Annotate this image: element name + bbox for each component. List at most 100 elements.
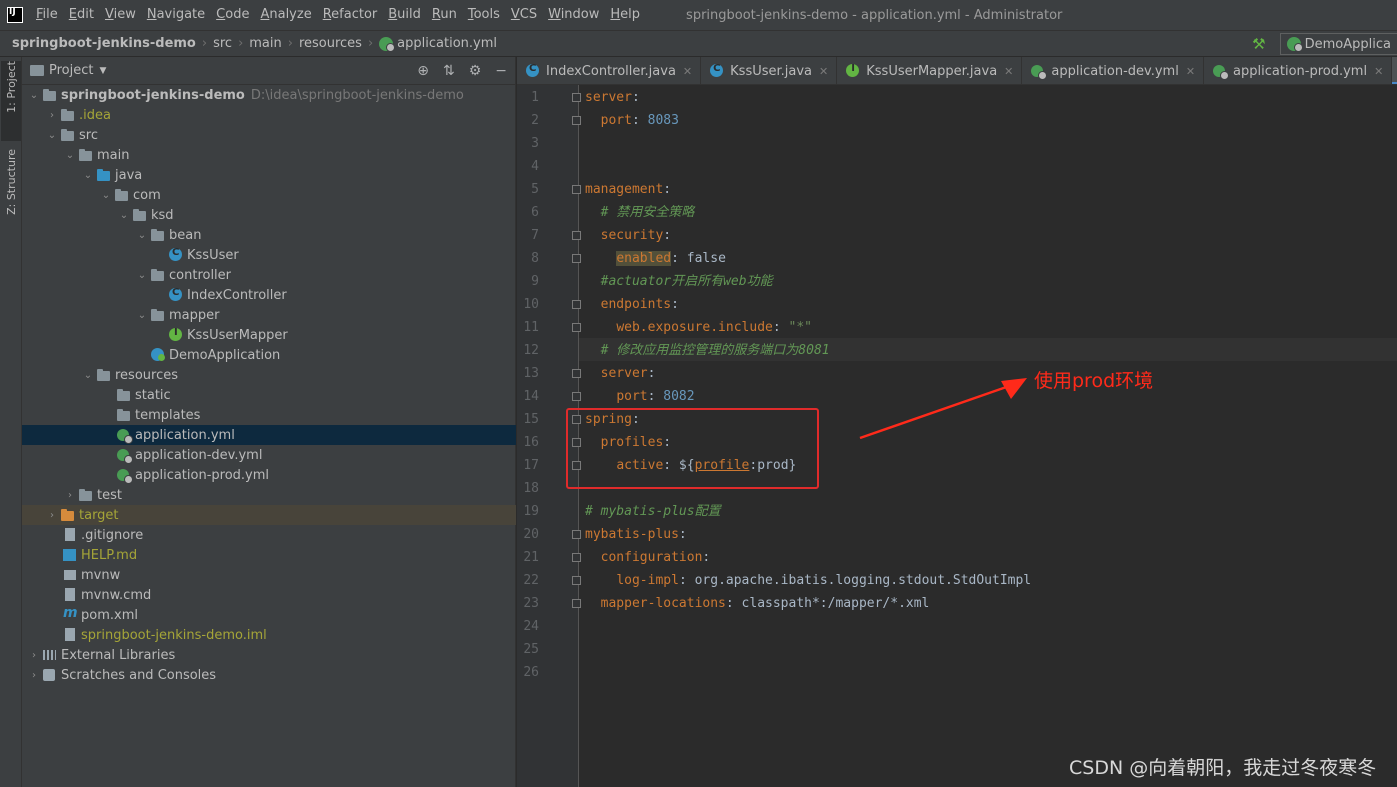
tab-indexcontroller[interactable]: IndexController.java ✕ [517, 57, 702, 84]
tree-item-test[interactable]: › test [22, 485, 516, 505]
fold-marker-icon[interactable] [572, 530, 581, 539]
tree-item-java[interactable]: ⌄ java [22, 165, 516, 185]
tab-kssuser[interactable]: KssUser.java ✕ [701, 57, 838, 84]
tree-item-application-prod-yml[interactable]: application-prod.yml [22, 465, 516, 485]
fold-marker-icon[interactable] [572, 300, 581, 309]
expand-arrow-icon[interactable]: ⌄ [80, 370, 96, 381]
menu-help[interactable]: Help [605, 0, 646, 30]
fold-marker-icon[interactable] [572, 116, 581, 125]
tree-item-idea[interactable]: › .idea [22, 105, 516, 125]
tree-item-src[interactable]: ⌄ src [22, 125, 516, 145]
breadcrumb-file[interactable]: application.yml [397, 36, 497, 51]
tree-item-com[interactable]: ⌄ com [22, 185, 516, 205]
tree-item-application-dev-yml[interactable]: application-dev.yml [22, 445, 516, 465]
hide-panel-icon[interactable]: − [495, 63, 507, 79]
menu-code[interactable]: Code [211, 0, 255, 30]
breadcrumb-resources[interactable]: resources [299, 36, 362, 51]
menu-tools[interactable]: Tools [463, 0, 506, 30]
tree-item-indexcontroller[interactable]: IndexController [22, 285, 516, 305]
expand-arrow-icon[interactable]: ⌄ [134, 310, 150, 321]
close-icon[interactable]: ✕ [1186, 65, 1195, 78]
tree-item-pom-xml[interactable]: pom.xml [22, 605, 516, 625]
fold-marker-icon[interactable] [572, 231, 581, 240]
fold-marker-icon[interactable] [572, 599, 581, 608]
expand-arrow-icon[interactable]: ⌄ [134, 270, 150, 281]
tree-item-mvnw-cmd[interactable]: mvnw.cmd [22, 585, 516, 605]
menu-window[interactable]: Window [543, 0, 605, 30]
collapse-arrow-icon[interactable]: › [44, 110, 60, 121]
fold-marker-icon[interactable] [572, 323, 581, 332]
fold-marker-icon[interactable] [572, 553, 581, 562]
menu-run[interactable]: Run [427, 0, 463, 30]
breadcrumb-main[interactable]: main [249, 36, 281, 51]
fold-marker-icon[interactable] [572, 576, 581, 585]
menu-refactor[interactable]: Refactor [318, 0, 384, 30]
breadcrumb-src[interactable]: src [213, 36, 232, 51]
expand-arrow-icon[interactable]: ⌄ [62, 150, 78, 161]
tab-kssusermapper[interactable]: KssUserMapper.java ✕ [837, 57, 1023, 84]
collapse-arrow-icon[interactable]: › [26, 670, 42, 681]
settings-gear-icon[interactable]: ⚙ [469, 63, 482, 79]
tab-application-prod-yml[interactable]: application-prod.yml ✕ [1204, 57, 1393, 84]
structure-tool-button[interactable]: Z: Structure [1, 149, 21, 235]
tree-item-scratches[interactable]: › Scratches and Consoles [22, 665, 516, 685]
menu-vcs[interactable]: VCS [506, 0, 543, 30]
tree-item-external-libraries[interactable]: › External Libraries [22, 645, 516, 665]
tree-item-kssuser[interactable]: KssUser [22, 245, 516, 265]
tree-item-mapper[interactable]: ⌄ mapper [22, 305, 516, 325]
tree-item-iml[interactable]: springboot-jenkins-demo.iml [22, 625, 516, 645]
expand-arrow-icon[interactable]: ⌄ [98, 190, 114, 201]
breadcrumb-project[interactable]: springboot-jenkins-demo [12, 36, 196, 51]
collapse-arrow-icon[interactable]: › [26, 650, 42, 661]
locate-file-icon[interactable]: ⊕ [417, 63, 429, 79]
run-configuration-selector[interactable]: DemoApplica [1279, 33, 1397, 55]
dropdown-caret-icon[interactable]: ▼ [99, 66, 106, 76]
menu-view[interactable]: View [100, 0, 142, 30]
interface-icon [168, 327, 184, 342]
expand-arrow-icon[interactable]: ⌄ [116, 210, 132, 221]
collapse-arrow-icon[interactable]: › [44, 510, 60, 521]
tree-item-resources[interactable]: ⌄ resources [22, 365, 516, 385]
fold-marker-icon[interactable] [572, 93, 581, 102]
collapse-all-icon[interactable]: ⇅ [443, 63, 455, 79]
tab-application-dev-yml[interactable]: application-dev.yml ✕ [1022, 57, 1205, 84]
menu-analyze[interactable]: Analyze [255, 0, 317, 30]
expand-arrow-icon[interactable]: ⌄ [26, 90, 42, 101]
tree-item-kssusermapper[interactable]: KssUserMapper [22, 325, 516, 345]
tree-item-controller[interactable]: ⌄ controller [22, 265, 516, 285]
project-view-selector[interactable]: Project [49, 63, 93, 78]
tree-item-mvnw[interactable]: mvnw [22, 565, 516, 585]
close-icon[interactable]: ✕ [819, 65, 828, 78]
fold-marker-icon[interactable] [572, 254, 581, 263]
fold-marker-icon[interactable] [572, 185, 581, 194]
tree-item-project-root[interactable]: ⌄ springboot-jenkins-demo D:\idea\spring… [22, 85, 516, 105]
menu-navigate[interactable]: Navigate [142, 0, 211, 30]
expand-arrow-icon[interactable]: ⌄ [134, 230, 150, 241]
collapse-arrow-icon[interactable]: › [62, 490, 78, 501]
tree-item-bean[interactable]: ⌄ bean [22, 225, 516, 245]
menu-build[interactable]: Build [383, 0, 427, 30]
tree-item-label: HELP.md [81, 547, 138, 563]
tree-item-gitignore[interactable]: .gitignore [22, 525, 516, 545]
tree-item-templates[interactable]: templates [22, 405, 516, 425]
tree-item-help-md[interactable]: HELP.md [22, 545, 516, 565]
menu-edit[interactable]: Edit [64, 0, 100, 30]
close-icon[interactable]: ✕ [683, 65, 692, 78]
structure-tool-label: Z: Structure [4, 149, 18, 215]
tree-item-application-yml[interactable]: application.yml [22, 425, 516, 445]
menu-file[interactable]: File [31, 0, 64, 30]
tree-item-demoapplication[interactable]: DemoApplication [22, 345, 516, 365]
expand-arrow-icon[interactable]: ⌄ [80, 170, 96, 181]
expand-arrow-icon[interactable]: ⌄ [44, 130, 60, 141]
close-icon[interactable]: ✕ [1374, 65, 1383, 78]
tab-application-yml[interactable]: applicatio [1392, 57, 1397, 84]
tree-item-ksd[interactable]: ⌄ ksd [22, 205, 516, 225]
tree-item-target[interactable]: › target [22, 505, 516, 525]
close-icon[interactable]: ✕ [1004, 65, 1013, 78]
tree-item-main[interactable]: ⌄ main [22, 145, 516, 165]
tree-item-static[interactable]: static [22, 385, 516, 405]
project-tool-button[interactable]: 1: Project [1, 61, 21, 141]
fold-marker-icon[interactable] [572, 392, 581, 401]
fold-marker-icon[interactable] [572, 369, 581, 378]
build-hammer-icon[interactable]: ⚒ [1252, 35, 1265, 53]
